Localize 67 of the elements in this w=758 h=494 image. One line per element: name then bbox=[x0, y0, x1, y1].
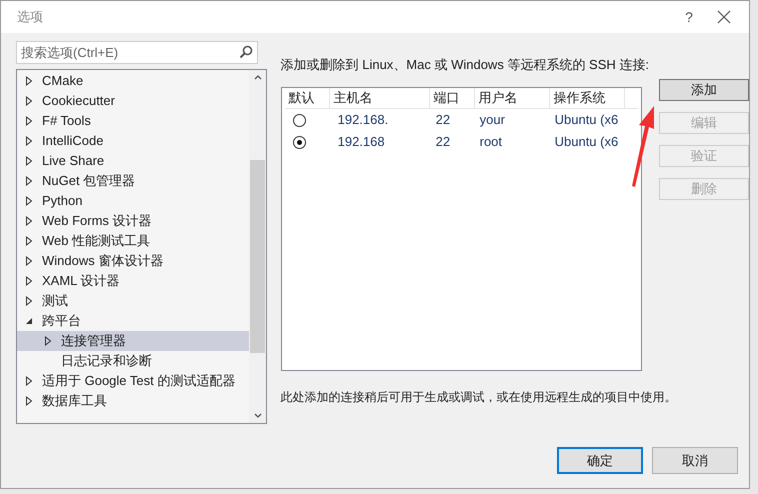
tree-item[interactable]: F# Tools bbox=[17, 111, 249, 131]
table-cell: 22 bbox=[436, 112, 450, 128]
note-text: 此处添加的连接稍后可用于生成或调试，或在使用远程生成的项目中使用。 bbox=[280, 389, 678, 406]
search-icon[interactable] bbox=[239, 45, 253, 59]
radio-button[interactable] bbox=[292, 114, 306, 126]
tree-item[interactable]: Web 性能测试工具 bbox=[17, 231, 249, 251]
column-header[interactable]: 默认 bbox=[284, 88, 330, 108]
tree-item[interactable]: XAML 设计器 bbox=[17, 271, 249, 291]
column-header[interactable]: 用户名 bbox=[474, 88, 550, 108]
scroll-down-icon[interactable] bbox=[254, 413, 262, 419]
tree-item-label: 跨平台 bbox=[42, 312, 81, 330]
table-cell: 192.168 bbox=[338, 134, 385, 150]
scrollbar-thumb[interactable] bbox=[250, 160, 265, 353]
tree-item-label: 日志记录和诊断 bbox=[61, 352, 152, 370]
tree-item-label: CMake bbox=[42, 72, 84, 90]
expanded-triangle-icon[interactable] bbox=[25, 317, 33, 325]
table-cell: root bbox=[480, 134, 502, 150]
tree-item-label: NuGet 包管理器 bbox=[42, 172, 136, 190]
tree-item[interactable]: Windows 窗体设计器 bbox=[17, 251, 249, 271]
radio-button[interactable] bbox=[292, 136, 306, 148]
table-cell: 22 bbox=[436, 134, 450, 150]
tree-item-label: F# Tools bbox=[42, 112, 91, 130]
tree-item[interactable]: Python bbox=[17, 191, 249, 211]
tree-item[interactable]: Live Share bbox=[17, 151, 249, 171]
tree-item[interactable]: 连接管理器 bbox=[17, 331, 249, 351]
tree-item-label: 连接管理器 bbox=[61, 332, 126, 350]
tree-item[interactable]: CMake bbox=[17, 71, 249, 91]
tree-item[interactable]: NuGet 包管理器 bbox=[17, 171, 249, 191]
side-button[interactable]: 添加 bbox=[659, 79, 749, 101]
scroll-up-icon[interactable] bbox=[254, 74, 262, 80]
table-cell: Ubuntu (x6 bbox=[554, 112, 618, 128]
column-header[interactable]: 操作系统 bbox=[550, 88, 625, 108]
tree-item[interactable]: IntelliCode bbox=[17, 131, 249, 151]
intro-text: 添加或删除到 Linux、Mac 或 Windows 等远程系统的 SSH 连接: bbox=[280, 56, 649, 74]
column-header[interactable]: 主机名 bbox=[330, 88, 430, 108]
tree-item-label: IntelliCode bbox=[42, 132, 104, 150]
window-title: 选项 bbox=[17, 8, 44, 26]
collapsed-triangle-icon[interactable] bbox=[44, 336, 52, 346]
search-field[interactable]: 搜索选项(Ctrl+E) bbox=[16, 41, 258, 64]
connection-row[interactable]: 192.168 22 root Ubuntu (x6 bbox=[284, 131, 638, 153]
tree-item[interactable]: 日志记录和诊断 bbox=[17, 351, 249, 371]
table-cell: Ubuntu (x6 bbox=[554, 134, 618, 150]
tree-item-label: XAML 设计器 bbox=[42, 272, 120, 290]
tree-item-label: Cookiecutter bbox=[42, 92, 115, 110]
tree-item-label: 测试 bbox=[42, 292, 68, 310]
close-icon[interactable] bbox=[717, 9, 733, 25]
tree-item-label: Live Share bbox=[42, 152, 104, 170]
table-cell: 192.168. bbox=[338, 112, 388, 128]
tree-item-label: Web Forms 设计器 bbox=[42, 212, 152, 230]
tree-item-label: Windows 窗体设计器 bbox=[42, 252, 164, 270]
tree-item-label: Web 性能测试工具 bbox=[42, 232, 150, 250]
tree-item-label: Python bbox=[42, 192, 82, 210]
connection-row[interactable]: 192.168. 22 your Ubuntu (x6 bbox=[284, 109, 638, 131]
column-header[interactable]: 端口 bbox=[430, 88, 475, 108]
scrollbar[interactable] bbox=[249, 70, 266, 423]
table-cell: your bbox=[480, 112, 505, 128]
tree-item[interactable]: 数据库工具 bbox=[17, 391, 249, 411]
tree-item[interactable]: Cookiecutter bbox=[17, 91, 249, 111]
help-button[interactable]: ? bbox=[673, 6, 705, 28]
tree-item[interactable]: 跨平台 bbox=[17, 311, 249, 331]
tree-item-label: 适用于 Google Test 的测试适配器 bbox=[42, 372, 236, 390]
tree-item[interactable]: 适用于 Google Test 的测试适配器 bbox=[17, 371, 249, 391]
tree-item-label: 数据库工具 bbox=[42, 392, 107, 410]
dialog-button[interactable]: 取消 bbox=[652, 447, 738, 474]
tree-item[interactable]: 测试 bbox=[17, 291, 249, 311]
tree-item[interactable]: Web Forms 设计器 bbox=[17, 211, 249, 231]
dialog-button[interactable]: 确定 bbox=[557, 447, 643, 474]
